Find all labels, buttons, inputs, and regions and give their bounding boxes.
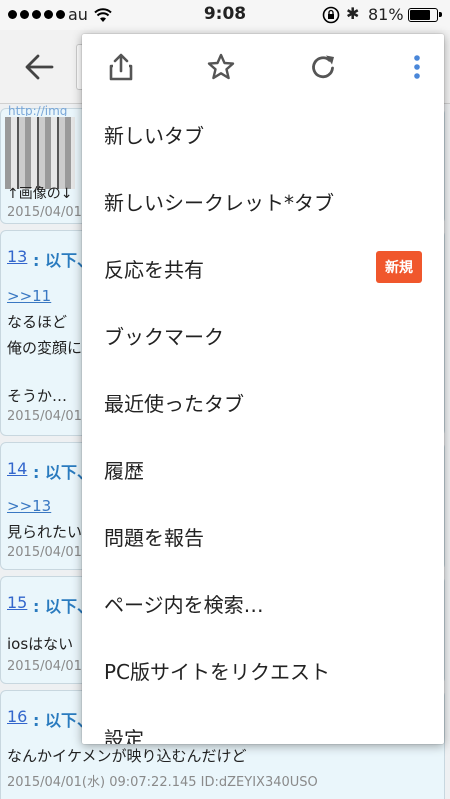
battery-percent: 81% — [368, 5, 404, 24]
menu-item-label: 最近使ったタブ — [104, 392, 244, 416]
star-icon[interactable] — [206, 52, 236, 82]
new-badge: 新規 — [376, 251, 422, 283]
post-date: 2015/04/01(水) 09:07:22.145 ID:dZEYIX340U… — [7, 775, 318, 790]
post-thumbnail-image[interactable] — [5, 117, 75, 189]
menu-item-label: ブックマーク — [104, 325, 224, 349]
more-vert-icon[interactable] — [402, 52, 432, 82]
menu-item-recent-tabs[interactable]: 最近使ったタブ — [82, 368, 444, 435]
post-number-link[interactable]: 13 — [7, 247, 27, 266]
menu-item-report-issue[interactable]: 問題を報告 — [82, 502, 444, 569]
menu-item-label: 新しいシークレット*タブ — [104, 191, 334, 215]
menu-item-request-desktop-site[interactable]: PC版サイトをリクエスト — [82, 636, 444, 703]
back-arrow-icon[interactable] — [22, 52, 56, 82]
menu-item-share-reaction[interactable]: 反応を共有 新規 — [82, 234, 444, 301]
battery-icon — [408, 8, 442, 22]
rotation-lock-icon — [322, 6, 340, 24]
menu-item-bookmarks[interactable]: ブックマーク — [82, 301, 444, 368]
menu-item-label: 新しいタブ — [104, 124, 204, 148]
menu-item-find-in-page[interactable]: ページ内を検索… — [82, 569, 444, 636]
overflow-menu: 新しいタブ 新しいシークレット*タブ 反応を共有 新規 ブックマーク 最近使った… — [82, 34, 444, 744]
menu-item-history[interactable]: 履歴 — [82, 435, 444, 502]
menu-item-label: 問題を報告 — [104, 526, 204, 550]
menu-item-label: PC版サイトをリクエスト — [104, 660, 331, 684]
post-date: 2015/04/01( — [7, 409, 87, 424]
post-body-line: なるほど — [7, 313, 68, 331]
menu-icon-row — [82, 34, 444, 100]
share-icon[interactable] — [106, 52, 136, 82]
menu-item-settings[interactable]: 設定 — [82, 703, 444, 744]
reply-anchor-link[interactable]: >>13 — [7, 497, 51, 515]
post-date: 2015/04/01( — [7, 659, 87, 674]
post-body-line: なんかイケメンが映り込むんだけど — [7, 747, 247, 765]
status-bar: au 9:08 ✱ 81% — [0, 0, 450, 30]
menu-item-new-incognito-tab[interactable]: 新しいシークレット*タブ — [82, 167, 444, 234]
post-body-line: iosはない — [7, 635, 74, 653]
menu-item-label: 設定 — [104, 727, 144, 744]
post-body-line: そうか… — [7, 387, 68, 405]
reply-anchor-link[interactable]: >>11 — [7, 287, 51, 305]
post-image-url[interactable]: http://img — [0, 104, 82, 116]
reload-icon[interactable] — [308, 52, 338, 82]
menu-item-label: ページ内を検索… — [104, 593, 264, 617]
menu-item-label: 反応を共有 — [104, 258, 204, 282]
post-date: 2015/04/01( — [7, 205, 87, 220]
post-date: 2015/04/01( — [7, 545, 87, 560]
post-number-link[interactable]: 15 — [7, 593, 27, 612]
menu-item-label: 履歴 — [104, 459, 144, 483]
post-caption: ↑画像の↓ — [7, 186, 73, 202]
post-number-link[interactable]: 14 — [7, 459, 27, 478]
post-body-line: 見られたい — [7, 523, 83, 541]
post-number-link[interactable]: 16 — [7, 707, 27, 726]
menu-item-new-tab[interactable]: 新しいタブ — [82, 100, 444, 167]
post-body-line: 俺の変顔に — [7, 339, 83, 357]
bluetooth-icon: ✱ — [346, 4, 360, 23]
